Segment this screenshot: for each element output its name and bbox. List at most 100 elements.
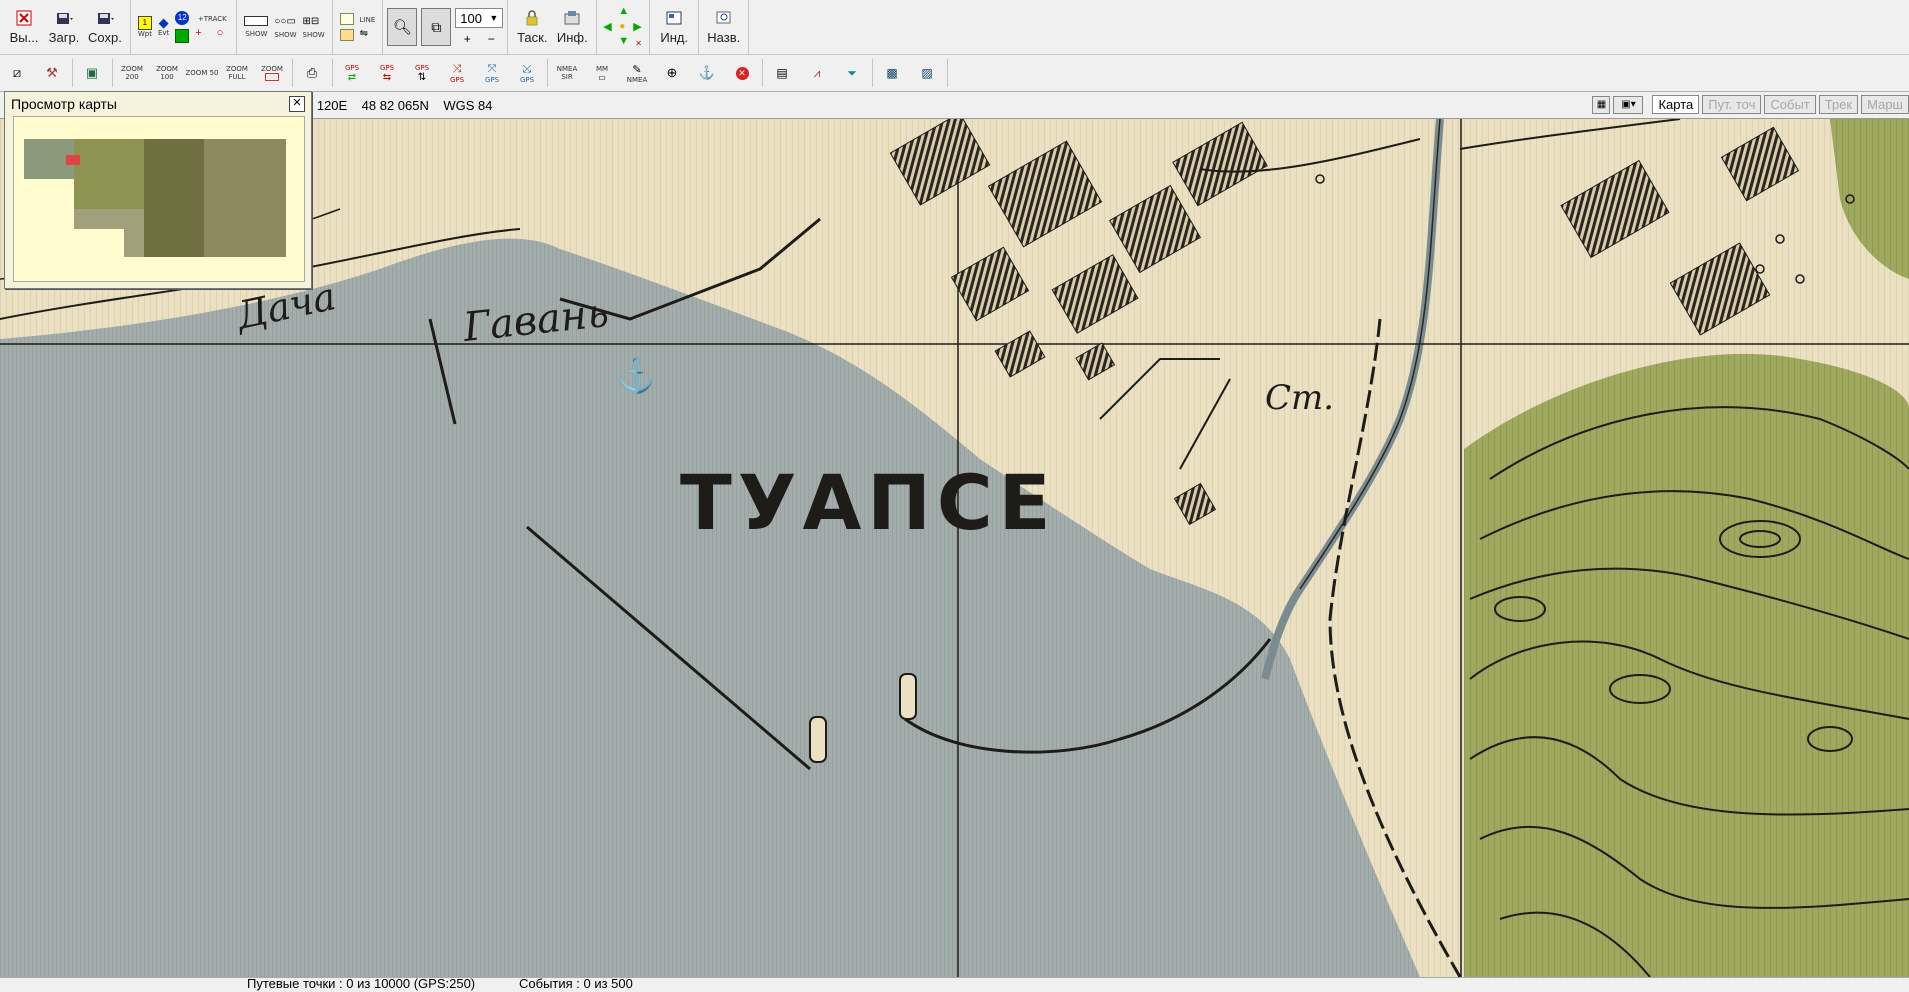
tab-track[interactable]: Трек (1818, 95, 1859, 114)
graph-button[interactable]: ▤ (765, 58, 800, 88)
anchor-icon: ⚓ (698, 65, 716, 80)
copy-map-button[interactable]: ▣ (75, 58, 110, 88)
gps-track-button[interactable]: GPS ⇅ (405, 58, 440, 88)
save-map-icon[interactable]: ▣▾ (1613, 95, 1644, 114)
profile-button[interactable]: ⩘ (800, 58, 835, 88)
pen-icon: ✎ (632, 63, 642, 76)
profile-icon: ⩘ (813, 65, 821, 80)
mm-button[interactable]: MM ▭ (585, 58, 620, 88)
arrow-right-icon[interactable]: ▶ (633, 20, 641, 33)
city-label: ТУАПСЕ (680, 458, 1057, 547)
windows-icon: ⧉ (431, 18, 442, 35)
gps-points-button[interactable]: ⤧ GPS (475, 58, 510, 88)
tools-icon: ⚒ (46, 65, 58, 80)
zoom-50-button[interactable]: ZOOM 50 (185, 58, 220, 88)
save-button[interactable]: Сохр. (84, 2, 126, 52)
save-icon (95, 9, 115, 27)
layer2-icon[interactable] (339, 29, 354, 41)
gps-route-icon: ⤨ (452, 62, 462, 75)
anchor-button[interactable]: ⚓ (690, 58, 725, 88)
nmea-button[interactable]: ✎ NMEA (620, 58, 655, 88)
map-export-button[interactable]: ▩ (875, 58, 910, 88)
waypoint-button[interactable]: 1 Wpt (138, 16, 152, 38)
arrow-left-icon[interactable]: ◀ (603, 20, 611, 33)
stop-button[interactable]: ✕ (725, 58, 760, 88)
load-icon (54, 9, 74, 27)
stop-icon: ✕ (735, 66, 749, 80)
zoom-out-icon[interactable]: − (488, 32, 495, 46)
arrow-down-icon[interactable]: ▼ (618, 35, 629, 47)
gps-route-button[interactable]: ⤨ GPS (440, 58, 475, 88)
index-icon (664, 9, 684, 27)
tasc-button[interactable]: Таск. (512, 2, 552, 52)
overview-thumbnail[interactable] (13, 116, 305, 282)
zoom-in-icon[interactable]: + (464, 32, 471, 46)
gps-events-button[interactable]: ⤩ GPS (510, 58, 545, 88)
view-tabs: ▦ ▣▾ Карта Пут. точ Событ Трек Марш (1592, 95, 1909, 114)
status-bar: Путевые точки : 0 из 10000 (GPS:250) Соб… (0, 976, 1909, 992)
navigation-arrows[interactable]: ▲ ◀ ● ▶ ▼ ✕ (601, 5, 645, 49)
tab-waypoints[interactable]: Пут. точ (1702, 95, 1762, 114)
map-options-icon[interactable]: ▦ (1592, 95, 1611, 114)
map-import-button[interactable]: ▨ (910, 58, 945, 88)
objects-icon: ⊞⊟ (302, 15, 320, 27)
show-objects-button[interactable]: ⊞⊟ SHOW (300, 16, 328, 39)
gps-send-button[interactable]: GPS ⇄ (335, 58, 370, 88)
name-button[interactable]: Назв. (703, 2, 744, 52)
nmea-sir-button[interactable]: NMEA SIR (550, 58, 585, 88)
layer-icon[interactable] (339, 13, 354, 25)
gps-send-icon: ⇄ (347, 71, 357, 83)
name-group: Назв. (699, 0, 750, 54)
zoom-tool-button[interactable]: 🔍︎ (387, 8, 418, 46)
center-icon[interactable]: ● (619, 21, 625, 32)
map-export-icon: ▩ (886, 66, 898, 80)
exit-button[interactable]: Вы... (4, 2, 44, 52)
nav-group: ▲ ◀ ● ▶ ▼ ✕ (597, 0, 651, 54)
arrow-up-icon[interactable]: ▲ (618, 5, 629, 17)
zoom-full-button[interactable]: ZOOM FULL (220, 58, 255, 88)
zoom-100-button[interactable]: ZOOM 100 (150, 58, 185, 88)
viewport-marker[interactable] (66, 155, 80, 165)
info-icon (562, 9, 582, 27)
show-points-button[interactable]: ○○▭ SHOW (271, 16, 299, 39)
tab-map[interactable]: Карта (1652, 95, 1700, 114)
layers-button[interactable]: ⧄ (0, 58, 35, 88)
copy-map-icon: ▣ (85, 65, 99, 80)
load-button[interactable]: Загр. (44, 2, 84, 52)
event-button[interactable]: ◆ Evt (158, 16, 169, 37)
tab-events[interactable]: Событ (1764, 95, 1816, 114)
station-label: Ст. (1265, 378, 1334, 418)
gps-receive-icon: ⇆ (382, 71, 392, 83)
filter-button[interactable]: ⏷ (835, 58, 870, 88)
zoom-select[interactable]: 100 ▼ (455, 8, 504, 28)
count-badge-icon[interactable]: 12 (175, 11, 190, 25)
tools-button[interactable]: ⚒ (35, 58, 70, 88)
coordinate-readout: 5 120E 48 82 065N WGS 84 (306, 98, 493, 113)
route-icon (244, 16, 269, 26)
gps-points-icon: ⤧ (487, 62, 497, 75)
info-button[interactable]: Инф. (552, 2, 592, 52)
print-button[interactable]: ⎙ (295, 58, 330, 88)
filter-icon: ⏷ (847, 65, 857, 80)
line-group: LINE ⇋ (333, 0, 384, 54)
show-route-button[interactable]: SHOW (241, 16, 271, 38)
add-track-button[interactable]: +TRACK (195, 15, 229, 23)
green-square-icon[interactable] (175, 29, 190, 43)
show-group: SHOW ○○▭ SHOW ⊞⊟ SHOW (237, 0, 333, 54)
close-small-icon[interactable]: ✕ (635, 39, 642, 48)
index-button[interactable]: Инд. (654, 2, 694, 52)
line-button[interactable]: LINE (360, 16, 376, 24)
close-icon[interactable]: ✕ (289, 96, 305, 112)
zoom-box-button[interactable]: ZOOM (255, 58, 290, 88)
waypoints-status: Путевые точки : 0 из 10000 (GPS:250) (247, 976, 476, 991)
track-plus-icon[interactable]: + ○ (195, 27, 229, 39)
pan-tool-button[interactable]: ⧉ (421, 8, 452, 46)
zoom-200-button[interactable]: ZOOM 200 (115, 58, 150, 88)
target-icon: ⊕ (666, 65, 678, 80)
line-icon[interactable]: ⇋ (360, 28, 376, 39)
map-overview-panel[interactable]: Просмотр карты ✕ (4, 91, 312, 289)
tab-route[interactable]: Марш (1861, 95, 1909, 114)
gps-receive-button[interactable]: GPS ⇆ (370, 58, 405, 88)
name-search-icon (714, 9, 734, 27)
target-button[interactable]: ⊕ (655, 58, 690, 88)
